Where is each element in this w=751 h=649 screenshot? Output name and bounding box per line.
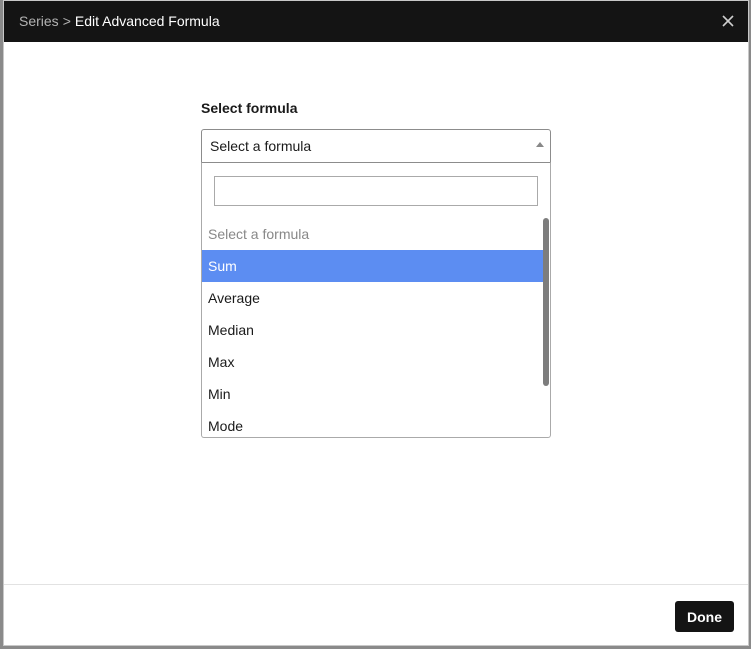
close-icon [722,15,734,27]
breadcrumb: Series > Edit Advanced Formula [19,13,220,29]
breadcrumb-separator: > [62,13,71,29]
close-button[interactable] [718,11,738,31]
breadcrumb-parent[interactable]: Series [19,13,59,29]
option-median[interactable]: Median [202,314,543,346]
option-max[interactable]: Max [202,346,543,378]
footer-divider [4,584,748,585]
option-sum[interactable]: Sum [202,250,543,282]
caret-up-icon [536,142,544,147]
option-select-a-formula[interactable]: Select a formula [202,218,543,250]
dialog-title: Edit Advanced Formula [74,13,220,29]
formula-options-list: Select a formula Sum Average Median Max … [202,218,543,437]
formula-dropdown: Select a formula Sum Average Median Max … [201,162,551,438]
option-average[interactable]: Average [202,282,543,314]
done-button[interactable]: Done [675,601,734,632]
formula-select[interactable]: Select a formula [201,129,551,163]
option-min[interactable]: Min [202,378,543,410]
dialog-header: Series > Edit Advanced Formula [4,1,748,42]
select-formula-label: Select formula [201,100,298,116]
formula-search-input[interactable] [214,176,538,206]
option-mode[interactable]: Mode [202,410,543,437]
edit-formula-dialog: Series > Edit Advanced Formula Select form… [3,0,749,646]
dropdown-scrollbar[interactable] [543,218,549,386]
formula-select-value: Select a formula [210,138,312,154]
